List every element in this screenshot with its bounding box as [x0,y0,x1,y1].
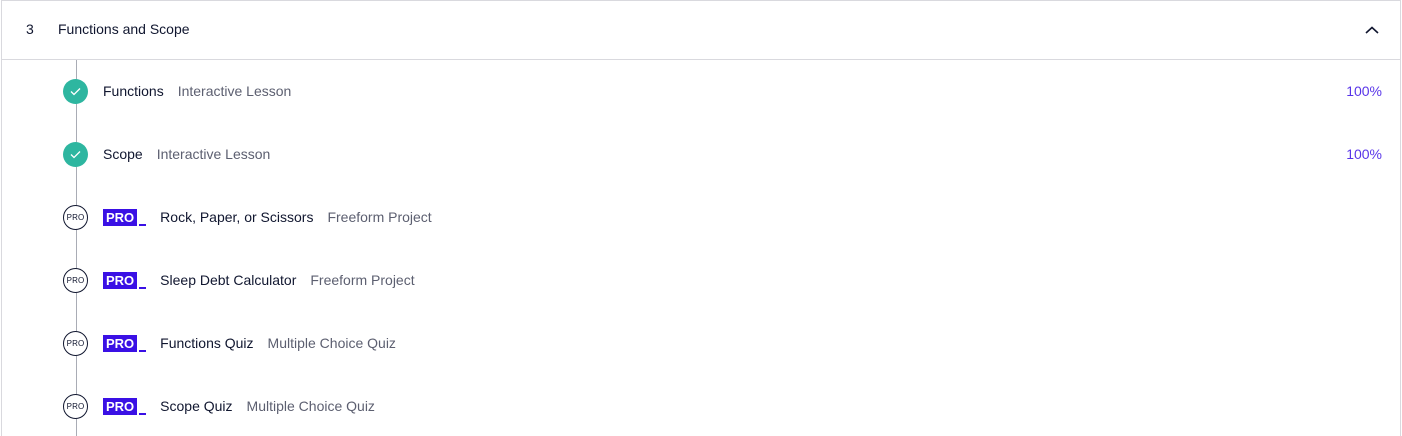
pro-lock-icon: PRO [63,330,88,356]
module-number: 3 [26,21,34,37]
chevron-up-icon[interactable] [1362,20,1382,40]
pro-lock-icon: PRO [63,393,88,419]
lesson-type: Freeform Project [310,272,415,288]
lesson-title[interactable]: Sleep Debt Calculator [160,272,296,288]
lesson-progress: 100% [1346,83,1382,99]
pro-badge-underscore [139,349,147,352]
pro-badge-underscore [139,223,147,226]
pro-badge-label: PRO [103,271,138,289]
lesson-type: Interactive Lesson [156,146,271,162]
pro-lock-icon: PRO [63,204,88,230]
pro-badge: PRO [103,271,147,289]
module-title: Functions and Scope [58,21,190,37]
timeline-line [76,60,77,436]
lesson-type: Multiple Choice Quiz [267,335,396,351]
lesson-type: Multiple Choice Quiz [246,398,375,414]
lesson-type: Interactive Lesson [177,83,292,99]
lesson-title[interactable]: Functions Quiz [160,335,253,351]
pro-badge: PRO [103,334,147,352]
lesson-title[interactable]: Functions [103,83,164,99]
lesson-row[interactable]: PRO PRO Rock, Paper, or Scissors Freefor… [2,197,1400,237]
lesson-type: Freeform Project [327,209,432,225]
lesson-row[interactable]: Functions Interactive Lesson 100% [2,71,1400,111]
lesson-row[interactable]: PRO PRO Functions Quiz Multiple Choice Q… [2,323,1400,363]
check-icon [63,78,88,104]
lesson-progress: 100% [1346,146,1382,162]
pro-badge-underscore [139,286,147,289]
pro-badge-label: PRO [103,334,138,352]
pro-badge-underscore [139,412,147,415]
lesson-row[interactable]: PRO PRO Scope Quiz Multiple Choice Quiz [2,386,1400,426]
lesson-row[interactable]: Scope Interactive Lesson 100% [2,134,1400,174]
pro-badge-label: PRO [103,397,138,415]
lesson-row[interactable]: PRO PRO Sleep Debt Calculator Freeform P… [2,260,1400,300]
module-header[interactable]: 3 Functions and Scope [2,1,1400,60]
pro-badge: PRO [103,208,147,226]
check-icon [63,141,88,167]
pro-lock-icon: PRO [63,267,88,293]
lesson-title[interactable]: Scope Quiz [160,398,232,414]
lesson-title[interactable]: Rock, Paper, or Scissors [160,209,313,225]
lesson-title[interactable]: Scope [103,146,143,162]
pro-badge: PRO [103,397,147,415]
pro-badge-label: PRO [103,208,138,226]
module-section: 3 Functions and Scope Functions Interact… [1,0,1401,436]
